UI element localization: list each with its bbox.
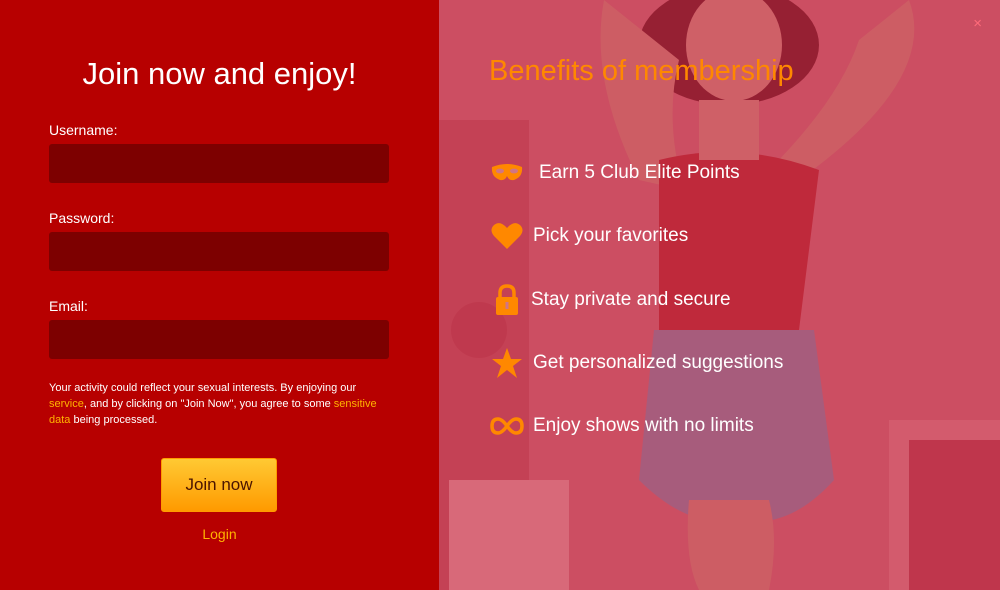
star-icon (489, 345, 525, 381)
service-link[interactable]: service (49, 398, 84, 410)
mask-icon (489, 155, 525, 191)
close-icon[interactable]: × (973, 16, 982, 31)
email-label: Email: (49, 298, 88, 314)
password-field[interactable] (49, 232, 389, 271)
benefit-item-suggestions: Get personalized suggestions (489, 345, 783, 381)
login-link[interactable]: Login (0, 526, 439, 542)
legal-text-1: Your activity could reflect your sexual … (49, 382, 357, 394)
heart-icon (489, 218, 525, 254)
benefit-label: Earn 5 Club Elite Points (539, 162, 740, 183)
benefit-label: Get personalized suggestions (533, 352, 784, 373)
signup-panel: Join now and enjoy! Username: Password: … (0, 0, 439, 590)
benefit-label: Enjoy shows with no limits (533, 415, 754, 436)
benefit-item-shows: Enjoy shows with no limits (489, 408, 754, 444)
signup-title: Join now and enjoy! (82, 56, 357, 91)
infinity-icon (489, 408, 525, 444)
benefits-title: Benefits of membership (489, 55, 794, 87)
password-label: Password: (49, 210, 115, 226)
username-field[interactable] (49, 144, 389, 183)
benefits-panel: × Benefits of membership Earn 5 Club Eli… (439, 0, 1000, 590)
lock-icon (489, 282, 525, 318)
legal-notice: Your activity could reflect your sexual … (49, 380, 394, 428)
benefit-label: Stay private and secure (531, 289, 731, 310)
benefit-item-points: Earn 5 Club Elite Points (489, 155, 740, 191)
username-label: Username: (49, 122, 118, 138)
legal-text-3: being processed. (70, 414, 158, 426)
benefit-label: Pick your favorites (533, 225, 689, 246)
benefit-item-private: Stay private and secure (489, 282, 731, 318)
benefit-item-favorites: Pick your favorites (489, 218, 688, 254)
join-now-button[interactable]: Join now (161, 458, 277, 512)
email-field[interactable] (49, 320, 389, 359)
legal-text-2: , and by clicking on "Join Now", you agr… (83, 398, 334, 410)
